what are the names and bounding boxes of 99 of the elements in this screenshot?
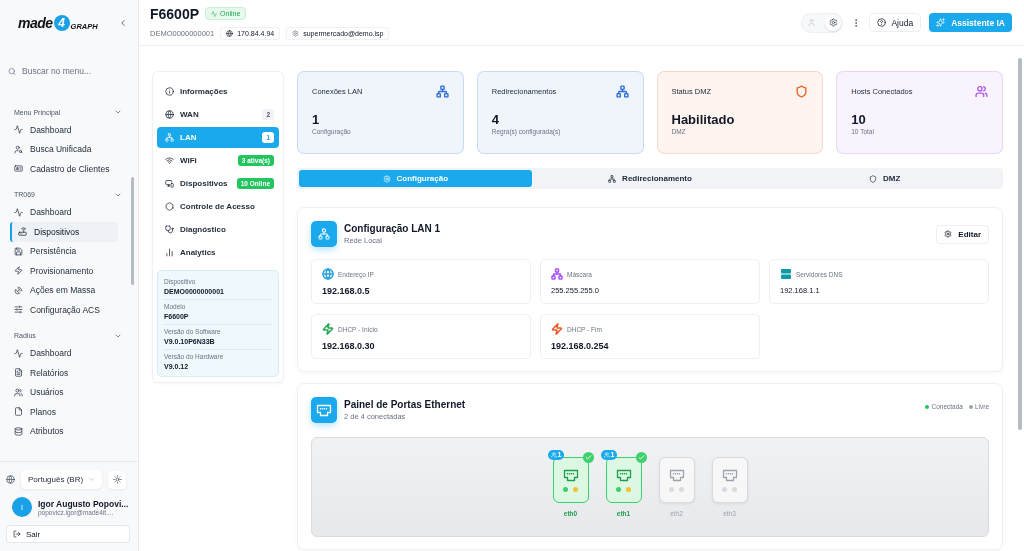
stat-value: 1 (312, 112, 321, 127)
document-icon (14, 368, 23, 378)
menu-item[interactable]: Analytics (157, 242, 279, 263)
edit-button[interactable]: Editar (936, 224, 989, 244)
sidebar-item[interactable]: Dashboard (10, 202, 118, 222)
led-light (732, 486, 737, 492)
led-light (669, 486, 674, 492)
hexagon-icon (165, 202, 174, 211)
network-icon (165, 133, 174, 142)
stat-value: Habilitado (671, 112, 736, 127)
settings-icon (944, 230, 953, 238)
search-icon (8, 66, 17, 76)
sparkles-icon (936, 18, 946, 27)
led-light (563, 486, 568, 492)
collapse-button[interactable] (118, 18, 128, 28)
pulse-icon (14, 348, 23, 358)
sidebar-item[interactable]: Provisionamento (10, 261, 118, 281)
scrollbar[interactable] (1018, 58, 1022, 430)
network-icon (608, 174, 617, 183)
id-card-icon (14, 164, 23, 174)
port-glyph-icon (316, 403, 332, 417)
theme-toggle[interactable] (108, 470, 126, 489)
menu-item[interactable]: Diagnóstico (157, 219, 279, 240)
sidebar-item[interactable]: Busca Unificada (10, 139, 118, 159)
network-icon (311, 221, 337, 247)
devices-icon (165, 179, 174, 188)
help-icon (877, 18, 887, 27)
led-light (573, 486, 578, 492)
check-icon (582, 452, 594, 463)
ethernet-jack-icon (668, 468, 685, 482)
ethernet-jack-icon (721, 468, 738, 482)
router-icon (18, 227, 27, 237)
menu-item[interactable]: Informações (157, 81, 279, 102)
field-value: 192.168.0.5 (322, 286, 371, 296)
sidebar-item[interactable]: Dashboard (10, 343, 118, 363)
user-search-icon (14, 144, 23, 154)
ethernet-port[interactable] (605, 457, 642, 503)
ethernet-port[interactable] (711, 457, 748, 503)
menu-item[interactable]: Controle de Acesso (157, 196, 279, 217)
globe-icon (226, 29, 234, 37)
info-icon (165, 87, 174, 96)
ethernet-jack-icon (615, 468, 632, 482)
field-value: 192.168.0.254 (551, 341, 610, 351)
settings-icon (292, 29, 300, 37)
users-icon (14, 387, 23, 397)
sidebar-item[interactable]: Atributos (10, 421, 118, 441)
satellite-dish-icon (14, 285, 23, 295)
user-name: Igor Augusto Popovi... (38, 498, 129, 509)
settings-icon (382, 174, 391, 183)
led-light (679, 486, 684, 492)
chevron-down-icon (88, 476, 96, 483)
language-select[interactable]: Português (BR) (20, 470, 103, 489)
tab[interactable]: DMZ (768, 170, 1001, 187)
save-icon (14, 246, 23, 256)
led-light (722, 486, 727, 492)
sidebar-item[interactable]: Relatórios (10, 363, 118, 383)
settings-toggle[interactable] (825, 14, 842, 31)
tab[interactable]: Redirecionamento (533, 170, 767, 187)
ethernet-port[interactable] (658, 457, 695, 503)
help-button[interactable]: Ajuda (869, 13, 922, 32)
wifi-icon (165, 156, 174, 165)
sidebar-item[interactable]: Configuração ACS (10, 300, 118, 320)
led-light (616, 486, 621, 492)
sidebar-item[interactable]: Dispositivos (10, 222, 118, 242)
bar-chart-icon (165, 248, 174, 257)
pulse-icon (14, 125, 23, 135)
sidebar-item[interactable]: Persistência (10, 241, 118, 261)
pulse-icon (14, 207, 23, 217)
sun-icon (112, 475, 122, 484)
ethernet-jack-icon (562, 468, 579, 482)
check-icon (635, 452, 647, 463)
device-title: F6600P (150, 5, 200, 22)
chevron-down-icon[interactable] (114, 108, 122, 116)
bolt-icon (14, 266, 23, 276)
database-icon (14, 426, 23, 436)
shield-icon (869, 174, 877, 183)
stat-value: 4 (491, 112, 500, 127)
search-field[interactable]: Buscar no menu... (20, 65, 130, 77)
sidebar-item[interactable]: Cadastro de Clientes (10, 159, 118, 179)
logout-icon (13, 530, 21, 538)
globe-icon (165, 110, 174, 119)
ethernet-port[interactable] (552, 457, 589, 503)
sidebar-item[interactable]: Usuários (10, 382, 118, 402)
logout-button[interactable]: Sair (6, 525, 130, 543)
led-light (626, 486, 631, 492)
sidebar-item[interactable]: Planos (10, 402, 118, 422)
sidebar-item[interactable]: Ações em Massa (10, 280, 118, 300)
sliders-icon (14, 305, 23, 315)
sidebar-item[interactable]: Dashboard (10, 120, 118, 140)
field-value: 192.168.0.30 (322, 341, 376, 351)
settings-icon (828, 18, 838, 27)
card-title: Painel de Portas Ethernet (344, 399, 467, 410)
stethoscope-icon (165, 225, 174, 234)
stat-value: 10 (851, 112, 867, 127)
scrollbar[interactable] (131, 177, 134, 285)
globe-icon (6, 475, 15, 484)
card-title: Configuração LAN 1 (344, 223, 442, 234)
file-icon (14, 407, 23, 417)
user-icon (806, 18, 816, 27)
